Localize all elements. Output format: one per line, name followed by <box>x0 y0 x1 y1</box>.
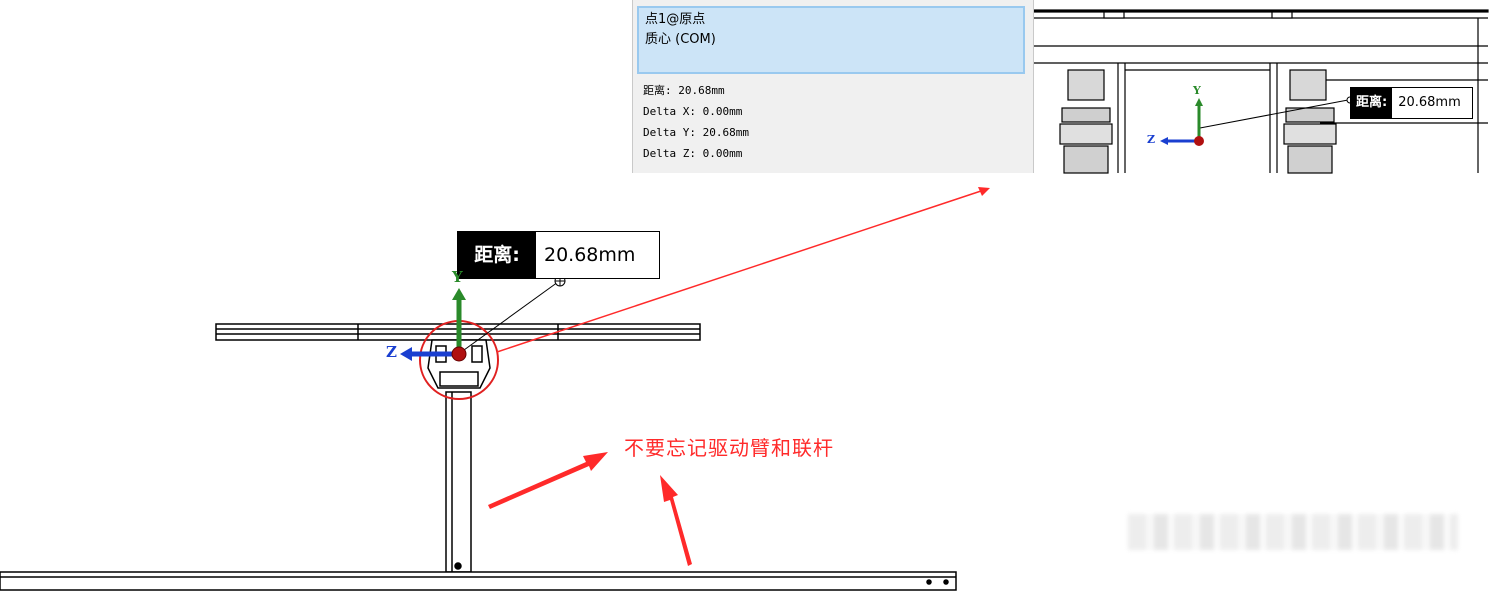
callout-key: 距离: <box>458 232 536 278</box>
inset-z-label: Z <box>1147 133 1156 146</box>
watermark <box>1128 514 1458 550</box>
callout-value: 20.68mm <box>544 244 636 266</box>
measure-panel: 点1@原点 质心 (COM) 距离: 20.68mm Delta X: 0.00… <box>632 0 1034 173</box>
inset-y-arrow <box>1195 98 1203 140</box>
distance-callout: 距离: 20.68mm <box>457 231 660 279</box>
annotation-note: 不要忘记驱动臂和联杆 <box>624 436 834 460</box>
inset-y-label: Y <box>1193 84 1201 97</box>
inset-callout-key: 距离: <box>1351 88 1393 118</box>
selection-list[interactable]: 点1@原点 质心 (COM) <box>637 6 1025 74</box>
selection-item[interactable]: 质心 (COM) <box>645 30 1017 50</box>
inset-com-point <box>1194 136 1204 146</box>
measurement-results: 距离: 20.68mm Delta X: 0.00mm Delta Y: 20.… <box>643 80 749 164</box>
y-axis-label: Y <box>452 268 463 286</box>
delta-z-readout: Delta Z: 0.00mm <box>643 147 743 160</box>
z-axis-label: Z <box>386 343 397 361</box>
annotation-arrows <box>488 452 692 566</box>
inset-z-arrow <box>1160 137 1199 145</box>
base-bar <box>0 571 957 591</box>
vertical-post <box>445 391 472 573</box>
distance-readout: 距离: 20.68mm <box>643 84 725 97</box>
inset-callout-value: 20.68mm <box>1398 95 1461 110</box>
com-point[interactable] <box>451 346 467 362</box>
selection-item[interactable]: 点1@原点 <box>645 10 1017 30</box>
delta-y-readout: Delta Y: 20.68mm <box>643 126 749 139</box>
delta-x-readout: Delta X: 0.00mm <box>643 105 743 118</box>
inset-distance-callout: 距离: 20.68mm <box>1350 87 1474 119</box>
